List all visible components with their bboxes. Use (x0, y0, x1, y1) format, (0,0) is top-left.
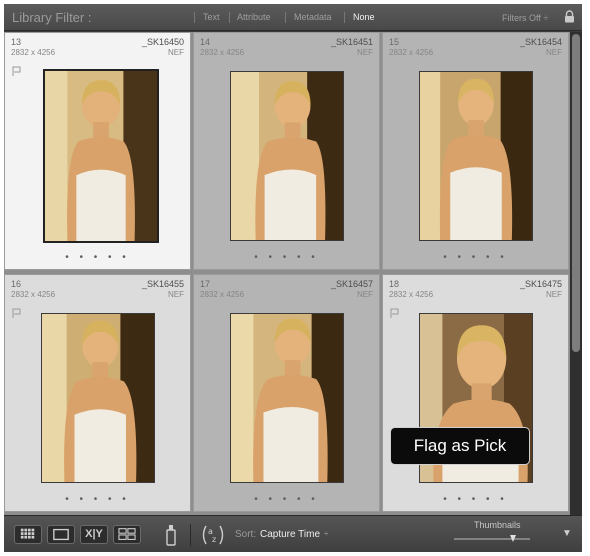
grid-view-button[interactable] (14, 525, 42, 544)
bride-portrait (231, 314, 343, 482)
filter-presets-dropdown[interactable]: Filters Off ÷ (502, 13, 548, 23)
filter-separator (229, 12, 230, 23)
cell-rating-dots[interactable]: • • • • • (383, 494, 568, 505)
cell-index: 14 (200, 37, 211, 47)
grid-view-icon (20, 528, 35, 539)
library-window: Library Filter : Text Attribute Metadata… (4, 4, 582, 552)
cell-dimensions: 2832 x 4256 (389, 290, 434, 299)
toolbar-separator (190, 524, 191, 546)
survey-view-button[interactable] (113, 525, 141, 544)
filter-separator (194, 12, 195, 23)
spray-can-icon[interactable] (164, 523, 178, 547)
photo-thumbnail[interactable] (230, 313, 344, 483)
grid-cell[interactable]: 17 _SK16457 2832 x 4256 NEF • • • • • (193, 274, 380, 512)
cell-file-type: NEF (357, 290, 373, 299)
cell-filename: _SK16450 (141, 37, 184, 47)
bride-portrait (420, 72, 532, 240)
lock-icon[interactable] (564, 10, 575, 23)
cell-filename: _SK16455 (141, 279, 184, 289)
cell-rating-dots[interactable]: • • • • • (194, 252, 379, 263)
filter-separator (344, 12, 345, 23)
filter-tab-none[interactable]: None (353, 12, 375, 22)
filter-separator (285, 12, 286, 23)
bride-portrait (42, 314, 154, 482)
chevron-updown-icon[interactable]: ÷ (324, 529, 328, 538)
photo-thumbnail[interactable] (230, 71, 344, 241)
library-filter-bar: Library Filter : Text Attribute Metadata… (4, 4, 582, 31)
cell-index: 15 (389, 37, 400, 47)
flag-icon[interactable] (12, 63, 21, 76)
loupe-view-icon (53, 528, 69, 541)
grid-cell[interactable]: 14 _SK16451 2832 x 4256 NEF • • • • • (193, 32, 380, 270)
flag-icon[interactable] (12, 305, 21, 318)
filter-tab-metadata[interactable]: Metadata (294, 12, 332, 22)
cell-index: 17 (200, 279, 211, 289)
survey-view-icon (118, 528, 136, 540)
cell-file-type: NEF (168, 290, 184, 299)
cell-index: 16 (11, 279, 22, 289)
cell-file-type: NEF (546, 290, 562, 299)
cell-file-type: NEF (357, 48, 373, 57)
cell-file-type: NEF (168, 48, 184, 57)
cell-filename: _SK16475 (519, 279, 562, 289)
thumbnail-size-slider[interactable] (452, 535, 532, 543)
photo-thumbnail[interactable] (43, 69, 159, 243)
grid-cell[interactable]: 15 _SK16454 2832 x 4256 NEF • • • • • (382, 32, 569, 270)
thumbnails-label: Thumbnails (474, 520, 521, 530)
vertical-scrollbar[interactable] (570, 32, 582, 515)
svg-text:z: z (212, 535, 216, 544)
scrollbar-thumb[interactable] (572, 34, 580, 352)
cell-index: 18 (389, 279, 400, 289)
bride-portrait (231, 72, 343, 240)
cell-dimensions: 2832 x 4256 (11, 290, 56, 299)
flag-icon[interactable] (390, 305, 399, 318)
loupe-view-button[interactable] (47, 525, 75, 544)
bride-portrait (45, 71, 157, 241)
library-filter-title: Library Filter : (12, 10, 92, 25)
sort-direction-icon[interactable]: a z (200, 523, 226, 547)
compare-view-button[interactable]: X|Y (80, 525, 108, 544)
grid-cell[interactable]: 18 _SK16475 2832 x 4256 NEF • • • • • (382, 274, 569, 512)
flag-as-pick-tooltip: Flag as Pick (390, 427, 530, 465)
cell-rating-dots[interactable]: • • • • • (5, 252, 190, 263)
cell-dimensions: 2832 x 4256 (389, 48, 434, 57)
cell-rating-dots[interactable]: • • • • • (194, 494, 379, 505)
toolbar-options-arrow-icon[interactable]: ▼ (562, 528, 572, 539)
thumbnail-grid: 13 _SK16450 2832 x 4256 NEF • • • • • 14… (4, 32, 570, 515)
photo-thumbnail[interactable] (41, 313, 155, 483)
filter-tab-text[interactable]: Text (203, 12, 220, 22)
grid-cell[interactable]: 13 _SK16450 2832 x 4256 NEF • • • • • (4, 32, 191, 270)
sort-label: Sort: (235, 529, 257, 540)
cell-rating-dots[interactable]: • • • • • (5, 494, 190, 505)
cell-dimensions: 2832 x 4256 (200, 48, 245, 57)
cell-dimensions: 2832 x 4256 (11, 48, 56, 57)
cell-file-type: NEF (546, 48, 562, 57)
cell-filename: _SK16451 (330, 37, 373, 47)
grid-cell[interactable]: 16 _SK16455 2832 x 4256 NEF • • • • • (4, 274, 191, 512)
bottom-toolbar: X|Y a z Sort: Capture Time ÷ Thumbnails (4, 515, 582, 552)
sort-order-dropdown[interactable]: Capture Time (260, 529, 320, 540)
compare-view-label: X|Y (85, 528, 103, 540)
cell-rating-dots[interactable]: • • • • • (383, 252, 568, 263)
cell-dimensions: 2832 x 4256 (200, 290, 245, 299)
cell-filename: _SK16457 (330, 279, 373, 289)
filter-tab-attribute[interactable]: Attribute (237, 12, 271, 22)
cell-filename: _SK16454 (519, 37, 562, 47)
photo-thumbnail[interactable] (419, 71, 533, 241)
cell-index: 13 (11, 37, 22, 47)
